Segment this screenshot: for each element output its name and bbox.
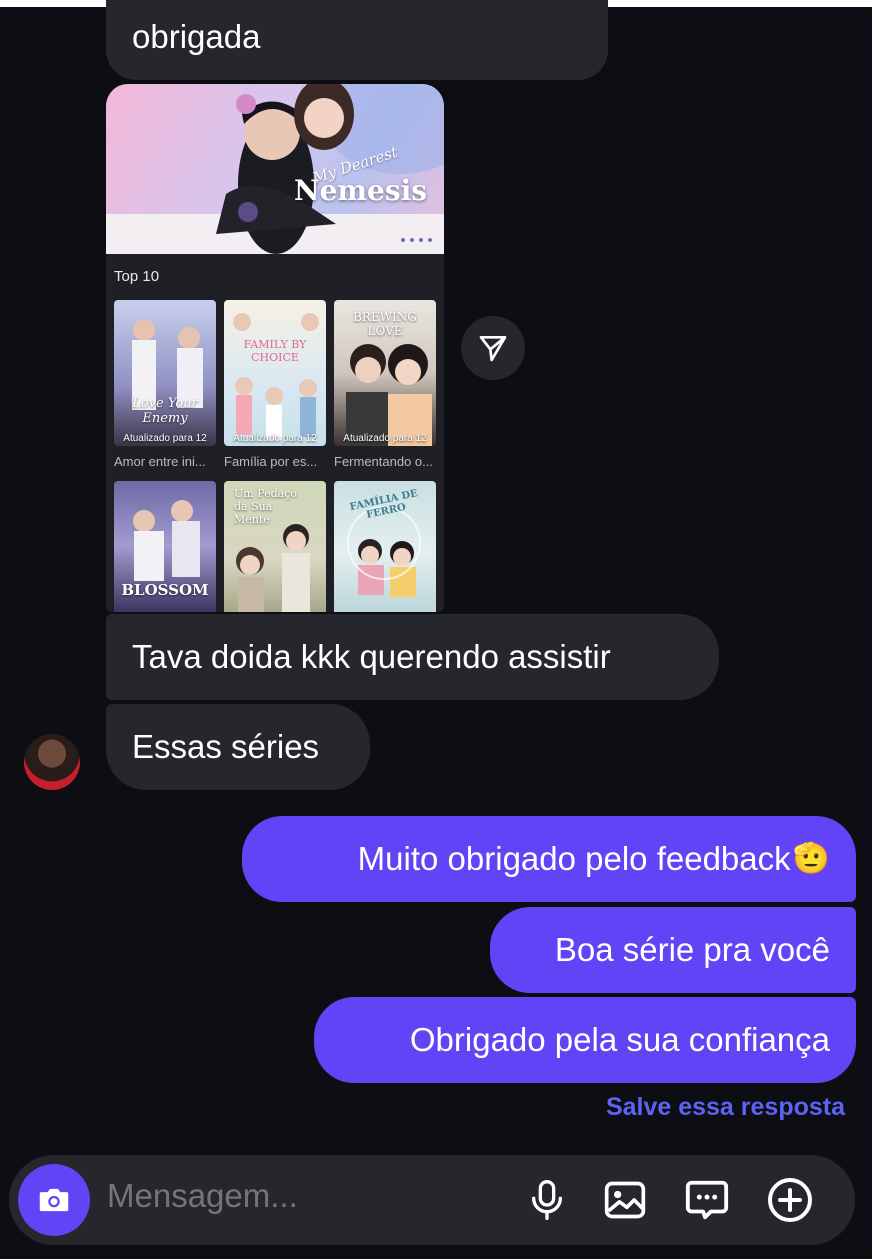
microphone-icon <box>532 1180 562 1220</box>
sticker-button[interactable] <box>682 1175 732 1225</box>
poster-title: BREWING LOVE <box>353 310 417 338</box>
poster-brewing-love[interactable]: BREWING LOVE Atualizado para 12 <box>334 300 436 446</box>
poster-caption: Amor entre ini... <box>114 454 206 469</box>
poster-title: FAMILY BY CHOICE <box>243 338 307 364</box>
save-reply-link[interactable]: Salve essa resposta <box>606 1093 845 1122</box>
poster-familia-de-ferro[interactable]: FAMÍLIA DE FERRO <box>334 481 436 612</box>
poster-title: Love Your Enemy <box>132 396 198 426</box>
message-text: Obrigado pela sua confiança <box>409 1021 830 1058</box>
banner-image: My Dearest Nemesis <box>106 84 444 254</box>
poster-um-pedaco[interactable]: Um Pedaço da Sua Mente <box>224 481 326 612</box>
message-text: Tava doida kkk querendo assistir <box>132 638 611 675</box>
salute-emoji: 🫡 <box>792 842 830 875</box>
banner-title: Nemesis <box>294 174 428 207</box>
camera-icon <box>39 1188 69 1212</box>
sticker-chat-icon <box>685 1180 729 1220</box>
message-text: Boa série pra você <box>554 931 830 968</box>
updated-label: Atualizado para 12 <box>233 433 317 444</box>
message-text: Essas séries <box>132 728 320 765</box>
gallery-icon <box>604 1181 646 1219</box>
message-incoming[interactable]: Essas séries <box>106 704 370 790</box>
poster-title: BLOSSOM <box>121 581 209 599</box>
updated-label: Atualizado para 12 <box>123 433 207 444</box>
message-text: Muito obrigado pelo feedback <box>357 840 791 877</box>
message-input[interactable] <box>107 1177 487 1215</box>
message-text: obrigada <box>132 18 261 55</box>
poster-caption: Fermentando o... <box>334 454 433 469</box>
poster-title: Um Pedaço da Sua Mente <box>234 487 297 526</box>
shared-post-card[interactable]: My Dearest Nemesis Top 10 Love Your Enem… <box>106 84 444 612</box>
carousel-dots <box>401 238 432 242</box>
share-button[interactable] <box>461 316 525 380</box>
camera-button[interactable] <box>18 1164 90 1236</box>
banner-art <box>106 84 444 254</box>
avatar[interactable] <box>24 734 80 790</box>
message-incoming[interactable]: Tava doida kkk querendo assistir <box>106 614 719 700</box>
message-outgoing[interactable]: Muito obrigado pelo feedback 🫡 <box>242 816 856 902</box>
plus-circle-icon <box>768 1178 812 1222</box>
more-button[interactable] <box>765 1175 815 1225</box>
message-outgoing[interactable]: Boa série pra você <box>490 907 856 993</box>
poster-caption: Família por es... <box>224 454 318 469</box>
message-composer <box>9 1155 855 1245</box>
message-outgoing[interactable]: Obrigado pela sua confiança <box>314 997 856 1083</box>
poster-love-your-enemy[interactable]: Love Your Enemy Atualizado para 12 <box>114 300 216 446</box>
message-incoming[interactable]: obrigada <box>106 0 608 80</box>
poster-blossom[interactable]: BLOSSOM <box>114 481 216 612</box>
gallery-button[interactable] <box>600 1175 650 1225</box>
send-icon <box>479 336 507 362</box>
updated-label: Atualizado para 12 <box>343 433 427 444</box>
poster-family-by-choice[interactable]: FAMILY BY CHOICE Atualizado para 12 <box>224 300 326 446</box>
section-label: Top 10 <box>114 268 160 285</box>
microphone-button[interactable] <box>522 1175 572 1225</box>
